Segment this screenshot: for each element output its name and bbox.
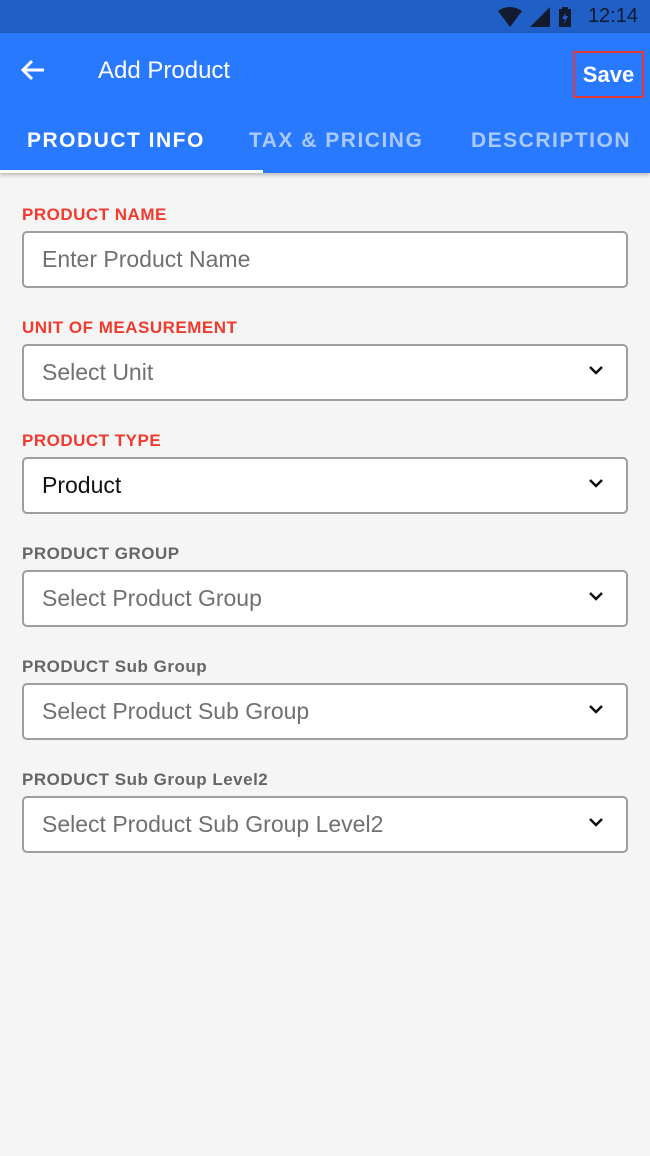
chevron-down-icon — [589, 818, 603, 827]
dropdown-value: Product — [42, 472, 122, 498]
save-button[interactable]: Save — [573, 51, 644, 98]
product-sub-group-field: PRODUCT Sub Group Select Product Sub Gro… — [22, 657, 628, 740]
product-type-dropdown[interactable]: Product — [22, 457, 628, 514]
product-name-field: PRODUCT NAME — [22, 205, 628, 288]
status-bar: 12:14 — [0, 0, 650, 33]
battery-charging-icon — [559, 7, 571, 27]
clock: 12:14 — [587, 5, 638, 27]
product-group-dropdown[interactable]: Select Product Group — [22, 570, 628, 627]
field-label: PRODUCT TYPE — [22, 431, 162, 450]
field-label: PRODUCT Sub Group Level2 — [22, 770, 269, 789]
product-sub-group-level2-dropdown[interactable]: Select Product Sub Group Level2 — [22, 796, 628, 853]
tab-tax-pricing[interactable]: TAX & PRICING — [249, 129, 423, 153]
field-label: PRODUCT NAME — [22, 205, 167, 224]
arrow-left-icon[interactable] — [18, 55, 48, 85]
unit-dropdown[interactable]: Select Unit — [22, 344, 628, 401]
dropdown-placeholder: Select Product Sub Group Level2 — [42, 811, 384, 837]
tab-indicator — [0, 170, 263, 173]
signal-icon — [530, 7, 550, 27]
product-group-field: PRODUCT GROUP Select Product Group — [22, 544, 628, 627]
dropdown-placeholder: Select Unit — [42, 359, 154, 385]
product-name-input-box[interactable] — [22, 231, 628, 288]
product-name-input[interactable] — [42, 246, 626, 273]
page-title: Add Product — [98, 57, 231, 84]
wifi-icon — [498, 7, 522, 27]
field-label: PRODUCT Sub Group — [22, 657, 208, 676]
product-sub-group-level2-field: PRODUCT Sub Group Level2 Select Product … — [22, 770, 628, 853]
tab-description[interactable]: DESCRIPTION — [471, 129, 631, 153]
unit-field: UNIT OF MEASUREMENT Select Unit — [22, 318, 628, 401]
chevron-down-icon — [589, 366, 603, 375]
product-sub-group-dropdown[interactable]: Select Product Sub Group — [22, 683, 628, 740]
product-type-field: PRODUCT TYPE Product — [22, 431, 628, 514]
field-label: PRODUCT GROUP — [22, 544, 180, 563]
chevron-down-icon — [589, 592, 603, 601]
chevron-down-icon — [589, 705, 603, 714]
tab-product-info[interactable]: PRODUCT INFO — [27, 129, 205, 153]
field-label: UNIT OF MEASUREMENT — [22, 318, 238, 337]
app-bar: Add Product Save PRODUCT INFO TAX & PRIC… — [0, 33, 650, 173]
dropdown-placeholder: Select Product Group — [42, 585, 262, 611]
chevron-down-icon — [589, 479, 603, 488]
dropdown-placeholder: Select Product Sub Group — [42, 698, 310, 724]
